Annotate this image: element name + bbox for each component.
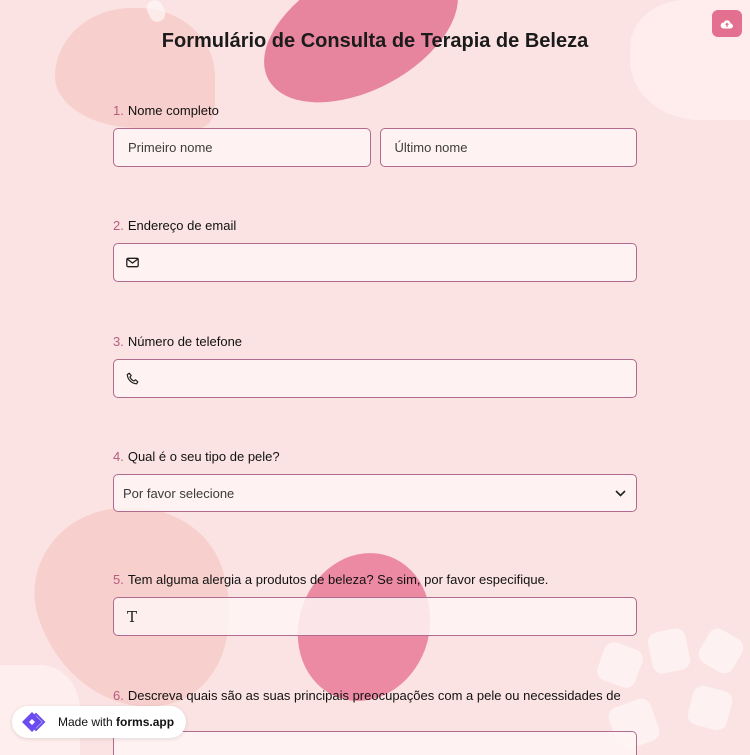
question-number: 4.: [113, 449, 124, 464]
email-input[interactable]: [113, 243, 637, 282]
question-number: 6.: [113, 688, 124, 703]
made-with-badge[interactable]: Made with forms.app: [12, 706, 187, 738]
envelope-icon: [124, 255, 140, 271]
phone-icon: [124, 371, 140, 387]
question-number: 1.: [113, 103, 124, 118]
question-number: 5.: [113, 572, 124, 587]
question-full-name: 1. Nome completo Primeiro nome Último nom…: [113, 101, 637, 167]
question-number: 3.: [113, 334, 124, 349]
question-text: Número de telefone: [127, 334, 243, 349]
cloud-upload-button[interactable]: [712, 10, 742, 37]
allergies-input[interactable]: T: [113, 597, 637, 636]
question-label: 1. Nome completo: [113, 101, 637, 120]
question-label: 2. Endereço de email: [113, 216, 637, 235]
phone-input[interactable]: [113, 359, 637, 398]
question-label: 3. Número de telefone: [113, 332, 637, 351]
question-text: Nome completo: [127, 103, 219, 118]
skin-type-select[interactable]: Por favor selecione: [113, 474, 637, 512]
question-label: 6. Descreva quais são as suas principais …: [113, 686, 637, 724]
question-text: Endereço de email: [127, 218, 237, 233]
cloud-upload-icon: [720, 19, 733, 28]
form-title: Formulário de Consulta de Terapia de Bel…: [161, 30, 589, 52]
first-name-placeholder: Primeiro nome: [128, 140, 213, 155]
badge-text: Made with forms.app: [58, 715, 175, 729]
question-text: Descreva quais são as suas principais pr…: [113, 688, 621, 722]
background-shape: [144, 0, 168, 25]
question-number: 2.: [113, 218, 124, 233]
concerns-textarea[interactable]: [113, 731, 637, 755]
question-email: 2. Endereço de email: [113, 216, 637, 282]
question-phone: 3. Número de telefone: [113, 332, 637, 398]
first-name-input[interactable]: Primeiro nome: [113, 128, 371, 167]
question-label: 5. Tem alguma alergia a produtos de belez…: [113, 570, 637, 589]
question-allergies: 5. Tem alguma alergia a produtos de belez…: [113, 570, 637, 636]
question-label: 4. Qual é o seu tipo de pele?: [113, 447, 637, 466]
text-icon: T: [126, 607, 137, 626]
question-concerns: 6. Descreva quais são as suas principais …: [113, 686, 637, 755]
forms-app-logo-icon: [22, 712, 46, 732]
select-value: Por favor selecione: [123, 485, 235, 501]
question-skin-type: 4. Qual é o seu tipo de pele? Por favor s…: [113, 447, 637, 512]
background-shape: [646, 626, 692, 676]
question-text: Qual é o seu tipo de pele?: [127, 449, 280, 464]
last-name-placeholder: Último nome: [394, 140, 468, 155]
background-shape: [695, 625, 747, 677]
background-shape: [594, 639, 646, 691]
last-name-input[interactable]: Último nome: [379, 128, 637, 167]
background-shape: [685, 683, 735, 733]
chevron-down-icon: [615, 489, 626, 497]
question-text: Tem alguma alergia a produtos de beleza?…: [127, 572, 549, 587]
